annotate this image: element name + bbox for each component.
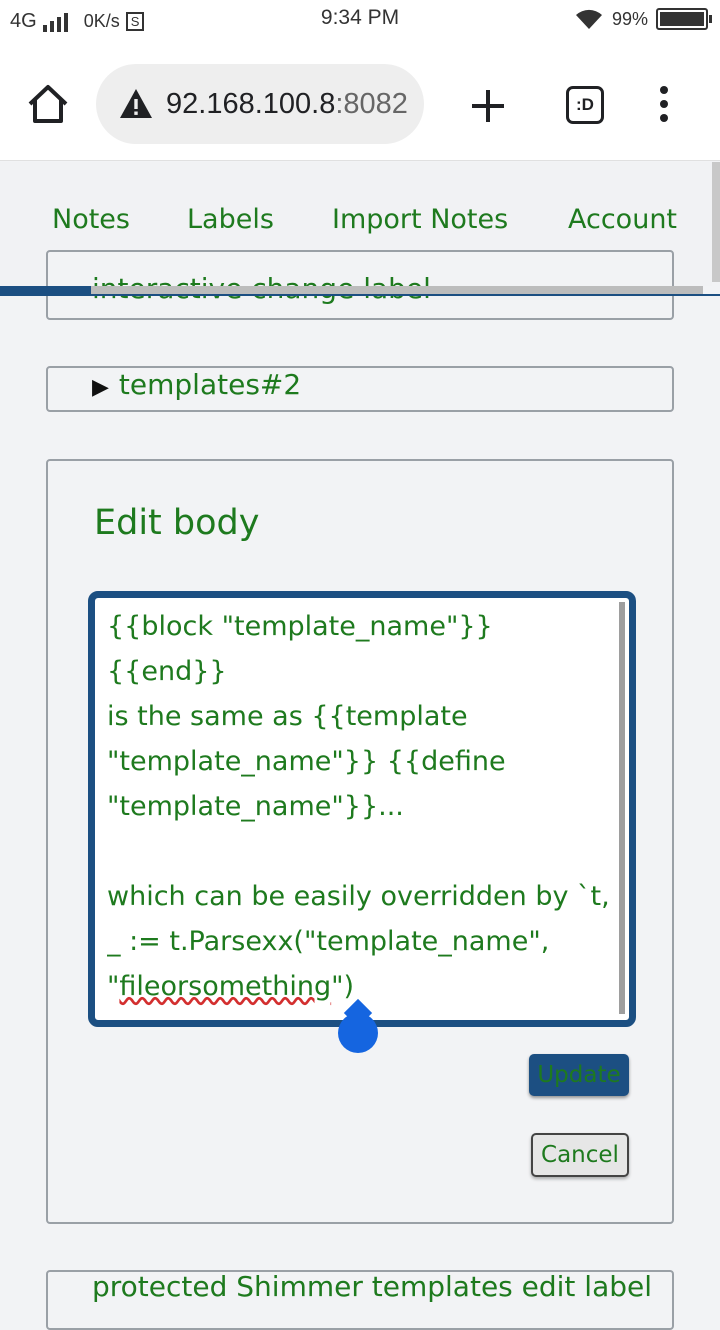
text-cursor-handle[interactable] [338,1013,378,1053]
details-templates[interactable]: ▶ templates#2 [46,366,674,412]
tab-switcher-button[interactable]: :D [566,86,604,124]
status-bar: 4G 0K/s S 9:34 PM 99% [0,0,720,44]
nav-divider [0,294,720,296]
browser-toolbar: 92.168.100.8:8082 :D [0,44,720,161]
home-icon[interactable] [24,80,72,128]
scroll-progress [0,286,703,294]
body-textarea[interactable]: {{block "template_name"}} {{end}} is the… [88,591,636,1027]
wifi-icon [575,9,602,29]
url-port: :8082 [335,87,408,120]
update-button[interactable]: Update [529,1054,629,1096]
details-templates-summary[interactable]: ▶ templates#2 [92,368,301,401]
body-last-prefix: " [107,971,120,1002]
details-bottom-label: protected Shimmer templates edit label [92,1270,653,1303]
nav-labels[interactable]: Labels [187,204,274,235]
warning-icon[interactable] [118,86,154,122]
details-partial[interactable]: interactive change label [46,250,674,320]
body-textarea-content[interactable]: {{block "template_name"}} {{end}} is the… [107,604,613,1014]
nav-account[interactable]: Account [568,204,677,235]
address-bar[interactable]: 92.168.100.8:8082 [96,64,424,144]
triangle-right-icon: ▶ [92,375,109,400]
details-templates-label: templates#2 [118,368,302,401]
details-bottom-partial[interactable]: protected Shimmer templates edit label [46,1270,674,1330]
scroll-progress-fill [0,286,92,294]
nav-notes[interactable]: Notes [52,204,130,235]
menu-icon[interactable] [656,86,672,126]
url-host: 92.168.100.8 [166,87,336,120]
cancel-button[interactable]: Cancel [531,1133,629,1177]
body-text: {{block "template_name"}} {{end}} is the… [107,611,610,957]
battery-percent: 99% [611,8,648,29]
nav-import-notes[interactable]: Import Notes [332,204,508,235]
url-text[interactable]: 92.168.100.8:8082 [166,88,408,121]
battery-fill [660,12,704,26]
new-tab-icon[interactable] [466,84,510,128]
body-last-suffix: ") [331,971,355,1002]
edit-title: Edit body [94,503,260,543]
edit-body-card: Edit body {{block "template_name"}} {{en… [46,459,674,1224]
battery-icon [656,8,712,30]
textarea-scrollbar[interactable] [619,602,625,1014]
status-right: 99% [574,8,712,30]
misspelled-word: fileorsomething [119,971,332,1002]
page-scrollbar[interactable] [712,162,720,282]
